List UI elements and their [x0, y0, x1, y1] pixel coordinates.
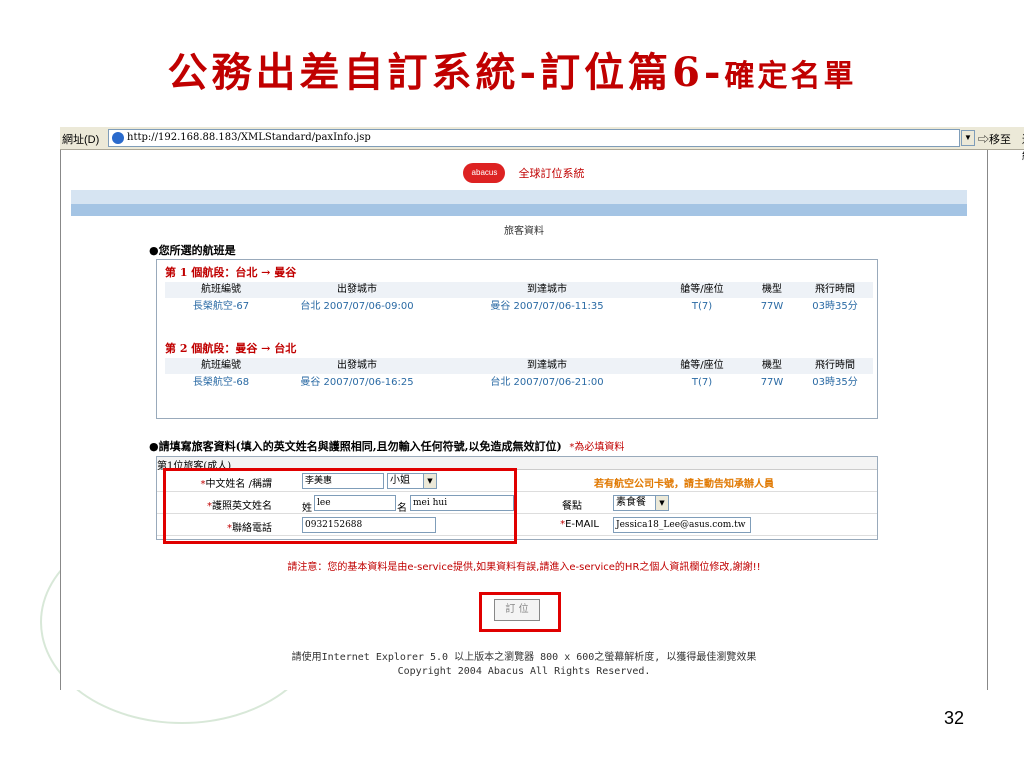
leg-1-title: 第 1 個航段：台北 → 曼谷 [165, 266, 297, 279]
cell-duration: 03時35分 [812, 377, 858, 388]
cell-duration: 03時35分 [812, 301, 858, 312]
footer-browser-note: 請使用Internet Explorer 5.0 以上版本之瀏覽器 800 x … [291, 652, 757, 663]
table-row: 長榮航空-67 台北 2007/07/06-09:00 曼谷 2007/07/0… [165, 298, 873, 316]
site-header: abacus 全球訂位系統 [61, 162, 987, 183]
cell-flight-no: 長榮航空-67 [192, 301, 250, 312]
col-class: 艙等/座位 [680, 360, 724, 371]
table-header: 航班編號 出發城市 到達城市 艙等/座位 機型 飛行時間 [165, 358, 873, 374]
slide-title: 公務出差自訂系統-訂位篇6-確定名單 [0, 40, 1024, 98]
cell-flight-no: 長榮航空-68 [192, 377, 250, 388]
slide-number: 32 [943, 708, 964, 728]
meal-label: 餐點 [562, 501, 582, 512]
highlight-box-book-button [479, 592, 561, 632]
leg-2-title: 第 2 個航段：曼谷 → 台北 [165, 342, 297, 355]
cell-arrive: 台北 2007/07/06-21:00 [490, 377, 604, 388]
leg-1-table: 航班編號 出發城市 到達城市 艙等/座位 機型 飛行時間 長榮航空-67 台北 … [165, 282, 873, 316]
header-band-light [71, 190, 967, 204]
required-note: *為必填資料 [569, 442, 625, 453]
slide-title-sub: 確定名單 [724, 59, 857, 94]
cell-aircraft: 77W [760, 377, 784, 388]
form-title: ●請填寫旅客資料(填入的英文姓名與護照相同,且勿輸入任何符號,以免造成無效訂位)… [149, 438, 624, 454]
footer-copyright: Copyright 2004 Abacus All Rights Reserve… [397, 666, 651, 677]
col-duration: 飛行時間 [815, 360, 855, 371]
col-depart: 出發城市 [337, 284, 377, 295]
table-row: 長榮航空-68 曼谷 2007/07/06-16:25 台北 2007/07/0… [165, 374, 873, 392]
page-heading: 旅客資料 [504, 226, 544, 237]
selected-flights-title: ●您所選的航班是 [149, 244, 236, 257]
go-arrow-icon: ⇨ [978, 134, 989, 146]
cell-depart: 曼谷 2007/07/06-16:25 [300, 377, 414, 388]
col-aircraft: 機型 [762, 360, 782, 371]
go-label: 移至 [989, 134, 1011, 146]
url-text: http://192.168.88.183/XMLStandard/paxInf… [127, 132, 371, 143]
address-label: 網址(D) [62, 134, 100, 146]
slide-title-main: 公務出差自訂系統-訂位篇6- [167, 49, 725, 96]
highlight-box-passenger-fields [163, 468, 517, 544]
col-aircraft: 機型 [762, 284, 782, 295]
address-bar: 網址(D) http://192.168.88.183/XMLStandard/… [60, 127, 1024, 162]
col-arrive: 到達城市 [527, 284, 567, 295]
table-header: 航班編號 出發城市 到達城市 艙等/座位 機型 飛行時間 [165, 282, 873, 298]
flights-panel: 第 1 個航段：台北 → 曼谷 航班編號 出發城市 到達城市 艙等/座位 機型 … [156, 259, 878, 419]
leg-2-table: 航班編號 出發城市 到達城市 艙等/座位 機型 飛行時間 長榮航空-68 曼谷 … [165, 358, 873, 392]
col-duration: 飛行時間 [815, 284, 855, 295]
col-flight-no: 航班編號 [201, 284, 241, 295]
abacus-logo: abacus [463, 162, 506, 183]
meal-select[interactable]: 素食餐 ▼ [613, 495, 669, 511]
email-input[interactable]: Jessica18_Lee@asus.com.tw [613, 517, 751, 533]
col-arrive: 到達城市 [527, 360, 567, 371]
form-title-text: ●請填寫旅客資料(填入的英文姓名與護照相同,且勿輸入任何符號,以免造成無效訂位) [149, 440, 562, 453]
col-flight-no: 航班編號 [201, 360, 241, 371]
email-label: *E-MAIL [560, 519, 599, 530]
col-depart: 出發城市 [337, 360, 377, 371]
go-button[interactable]: ⇨移至 [978, 131, 1011, 147]
cell-arrive: 曼谷 2007/07/06-11:35 [490, 301, 604, 312]
cell-aircraft: 77W [760, 301, 784, 312]
col-class: 艙等/座位 [680, 284, 724, 295]
url-dropdown-button[interactable]: ▼ [961, 130, 975, 146]
url-input[interactable]: http://192.168.88.183/XMLStandard/paxInf… [108, 129, 960, 147]
airline-card-note: 若有航空公司卡號，請主動告知承辦人員 [594, 479, 774, 490]
cell-class: T(7) [691, 301, 713, 312]
system-name: 全球訂位系統 [518, 166, 585, 180]
cell-class: T(7) [691, 377, 713, 388]
chevron-down-icon: ▼ [655, 496, 668, 510]
header-band-dark [71, 204, 967, 216]
notice-text: 請注意：您的基本資料是由e-service提供,如果資料有誤,請進入e-serv… [287, 562, 761, 573]
ie-page-icon [112, 132, 124, 144]
cell-depart: 台北 2007/07/06-09:00 [300, 301, 414, 312]
